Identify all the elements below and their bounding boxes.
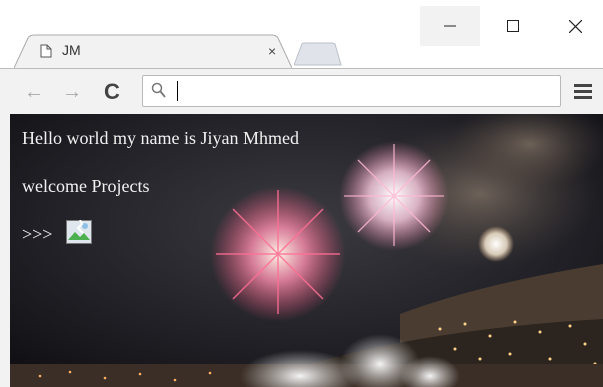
- welcome-text: welcome Projects: [22, 176, 150, 196]
- reload-button[interactable]: C: [104, 79, 120, 105]
- menu-button[interactable]: [574, 83, 592, 104]
- close-button[interactable]: [545, 6, 603, 46]
- minimize-button[interactable]: [420, 6, 480, 46]
- window-left-border: [0, 114, 10, 387]
- maximize-icon: [507, 20, 519, 32]
- page-content: Hello world my name is Jiyan Mhmed welco…: [10, 114, 603, 387]
- back-button[interactable]: ←: [24, 81, 44, 104]
- broken-image-icon[interactable]: [66, 219, 92, 249]
- hamburger-menu-icon: [574, 84, 592, 99]
- browser-toolbar: ← → C: [0, 68, 603, 114]
- search-icon: [151, 82, 167, 105]
- new-tab-button[interactable]: [293, 42, 342, 71]
- greeting-text: Hello world my name is Jiyan Mhmed: [22, 128, 299, 148]
- tab-shape: [14, 34, 292, 68]
- text-caret: [177, 81, 178, 101]
- tab-jm[interactable]: JM ×: [14, 34, 292, 68]
- close-icon: [568, 19, 582, 33]
- minimize-icon: [444, 25, 456, 27]
- forward-button[interactable]: →: [62, 81, 82, 104]
- arrow-text: >>>: [22, 224, 53, 244]
- maximize-button[interactable]: [483, 6, 543, 46]
- tab-close-icon[interactable]: ×: [268, 43, 276, 59]
- document-icon: [40, 44, 52, 63]
- tab-title: JM: [62, 42, 81, 58]
- fireworks-background-image: [10, 114, 603, 387]
- address-input[interactable]: [177, 80, 551, 104]
- address-bar[interactable]: [142, 75, 561, 107]
- browser-titlebar: JM ×: [0, 0, 603, 70]
